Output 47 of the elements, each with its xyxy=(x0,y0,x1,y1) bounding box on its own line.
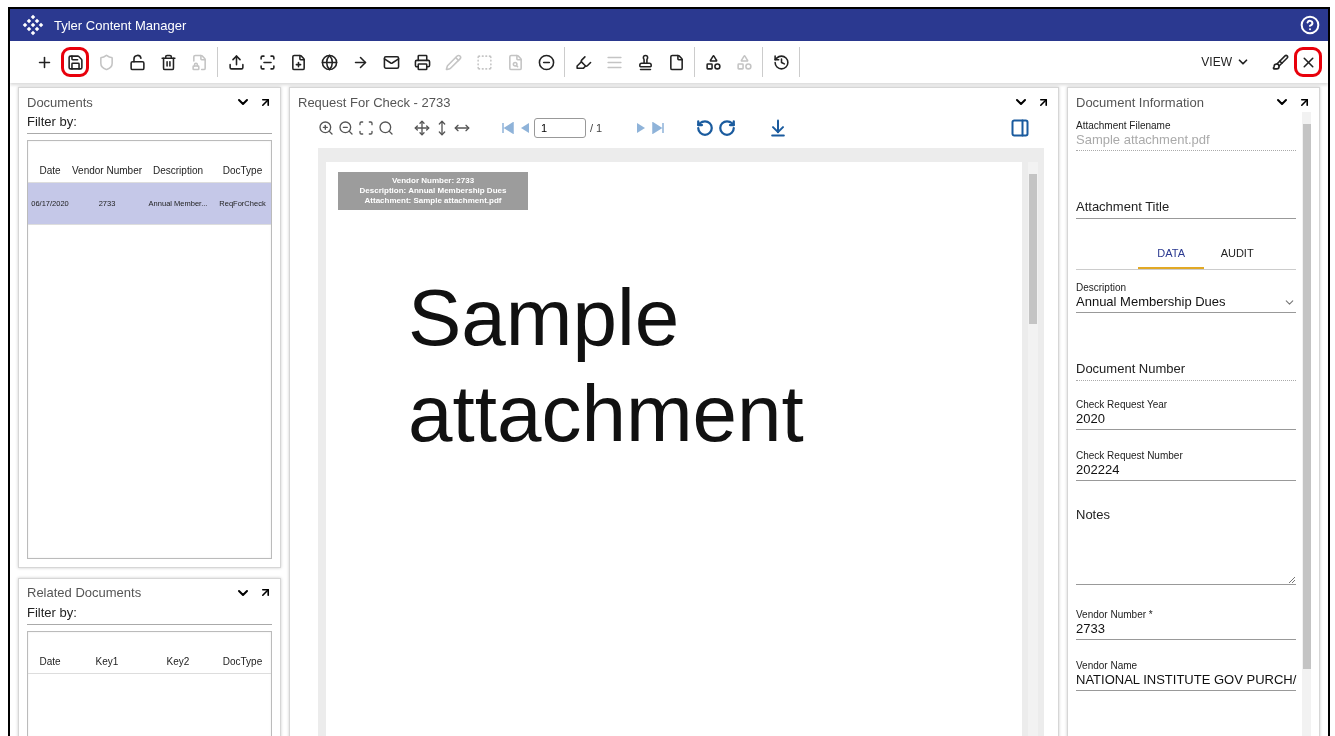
stamp-text: Description: Annual Membership Dues xyxy=(359,186,507,196)
zoom-area-icon[interactable] xyxy=(358,120,374,136)
stamp-text: Attachment: Sample attachment.pdf xyxy=(364,196,502,206)
zoom-out-icon[interactable] xyxy=(338,120,354,136)
column-header[interactable]: Key2 xyxy=(142,655,214,667)
form-field[interactable]: Vendor Name NATIONAL INSTITUTE GOV PURCH/ xyxy=(1076,652,1297,691)
panel-title: Related Documents xyxy=(27,585,143,600)
rotate-left-icon[interactable] xyxy=(696,119,715,137)
panel-title: Documents xyxy=(27,94,94,110)
form-field[interactable]: Attachment Filename Sample attachment.pdf xyxy=(1076,112,1297,151)
view-menu[interactable]: VIEW xyxy=(1195,54,1256,70)
search-icon[interactable] xyxy=(378,120,394,136)
close-icon[interactable] xyxy=(1294,47,1322,77)
column-header[interactable]: DocType xyxy=(214,165,271,176)
column-header[interactable]: Key1 xyxy=(72,655,142,667)
page-total: / 1 xyxy=(590,122,603,134)
resize-grip-icon[interactable] xyxy=(1288,576,1297,584)
column-header[interactable]: DocType xyxy=(214,655,271,667)
fit-page-icon[interactable] xyxy=(414,120,430,136)
select-field[interactable]: Description Annual Membership Dues xyxy=(1076,274,1297,313)
column-header[interactable]: Date xyxy=(28,165,72,176)
expand-icon[interactable] xyxy=(259,586,272,599)
rotate-right-icon[interactable] xyxy=(718,119,737,137)
form-field[interactable]: Check Request Year 2020 xyxy=(1076,391,1297,430)
form-field[interactable]: Vendor Number * 2733 xyxy=(1076,601,1297,640)
column-header[interactable]: Description xyxy=(142,165,214,176)
form-field[interactable]: Document Number xyxy=(1076,325,1297,381)
save-icon[interactable] xyxy=(61,47,89,77)
panel-title: Request For Check - 2733 xyxy=(298,94,452,110)
column-header[interactable]: Vendor Number xyxy=(72,165,142,176)
help-icon[interactable] xyxy=(1300,15,1320,35)
tab[interactable]: DATA xyxy=(1138,239,1205,269)
side-panel-icon[interactable] xyxy=(1010,118,1030,138)
page-number-field[interactable]: 1 xyxy=(534,118,586,138)
tab[interactable]: AUDIT xyxy=(1204,239,1271,269)
filter-label: Filter by: xyxy=(27,112,272,134)
notes-field[interactable]: Notes xyxy=(1076,493,1297,585)
filter-label: Filter by: xyxy=(27,602,272,625)
logo-icon xyxy=(22,14,44,36)
form-field[interactable]: Attachment Title xyxy=(1076,163,1297,219)
app-title: Tyler Content Manager xyxy=(54,17,188,33)
document-text: Sample attachment xyxy=(408,272,805,460)
stamp-text: Vendor Number: 2733 xyxy=(391,176,475,186)
form-field[interactable]: Check Request Number 202224 xyxy=(1076,442,1297,481)
panel-title: Document Information xyxy=(1076,94,1205,110)
zoom-in-icon[interactable] xyxy=(318,120,334,136)
column-header[interactable]: Date xyxy=(28,655,72,667)
